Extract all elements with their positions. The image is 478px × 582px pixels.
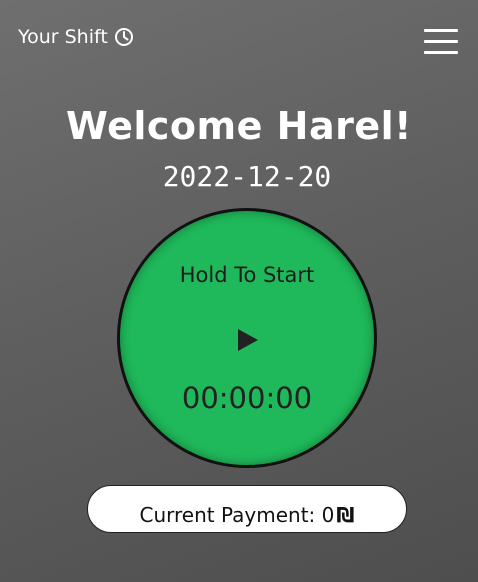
current-payment-display: Current Payment: 0 ₪ [87, 485, 407, 533]
menu-bar [424, 29, 458, 32]
shekel-currency-symbol: ₪ [336, 503, 355, 527]
current-payment-label: Current Payment: 0 [139, 503, 335, 527]
menu-bar [424, 51, 458, 54]
welcome-heading: Welcome Harel! [66, 104, 412, 148]
shift-timer: 00:00:00 [181, 381, 313, 415]
clock-icon [114, 27, 134, 47]
app-title[interactable]: Your Shift [18, 26, 134, 48]
hold-to-start-button[interactable]: Hold To Start 00:00:00 [117, 208, 377, 468]
app-header: Your Shift [0, 0, 478, 80]
hamburger-menu-icon[interactable] [424, 29, 458, 55]
menu-bar [424, 40, 458, 43]
app-title-label: Your Shift [18, 26, 108, 48]
shift-date: 2022-12-20 [162, 160, 332, 193]
play-icon [238, 329, 258, 351]
start-button-label: Hold To Start [179, 263, 315, 287]
